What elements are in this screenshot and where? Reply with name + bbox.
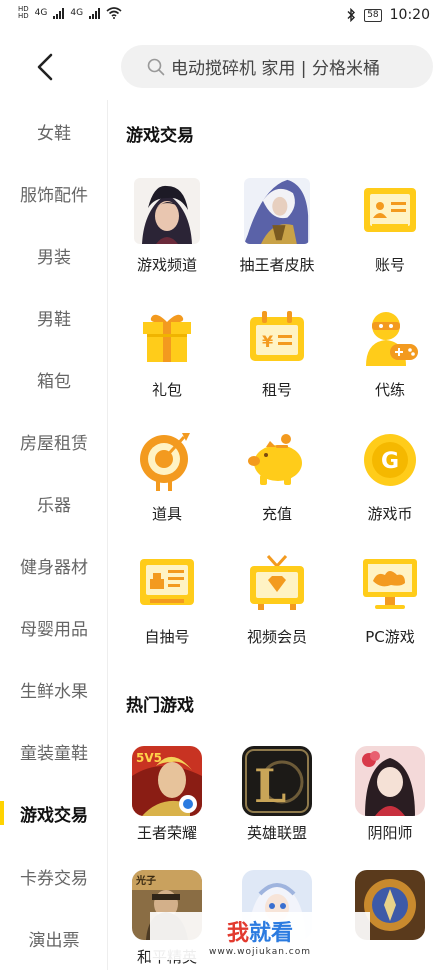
grid-item-game-coin[interactable]: G 游戏币: [335, 427, 445, 537]
grid-item-props[interactable]: 道具: [112, 427, 222, 537]
hero-avatar-icon: [134, 178, 200, 244]
watermark: 我就看 www.wojiukan.com: [150, 912, 370, 960]
sidebar-item-kids[interactable]: 童装童鞋: [0, 731, 108, 771]
honor-of-kings-icon: 5V5: [132, 746, 202, 816]
battery-icon: 58: [364, 8, 382, 22]
grid-item-account[interactable]: 账号: [335, 178, 445, 288]
network-type-1: 4G: [34, 8, 48, 18]
watermark-url: www.wojiukan.com: [208, 947, 312, 957]
ticket-card-icon: [134, 550, 200, 616]
sidebar-item-fresh-fruit[interactable]: 生鲜水果: [0, 669, 108, 709]
sidebar-item-bags[interactable]: 箱包: [0, 359, 108, 399]
grid-item-boosting[interactable]: 代练: [335, 303, 445, 413]
hd-indicator: HD HD: [18, 5, 29, 20]
grid-item-recharge[interactable]: 充值: [222, 427, 332, 537]
chevron-left-icon: [37, 53, 53, 81]
search-input[interactable]: 电动搅碎机 家用 | 分格米桶: [121, 45, 433, 88]
sidebar-item-instruments[interactable]: 乐器: [0, 483, 108, 523]
clock: 10:20: [389, 7, 430, 23]
sidebar-item-vouchers[interactable]: 卡券交易: [0, 856, 108, 896]
sidebar-item-baby[interactable]: 母婴用品: [0, 607, 108, 647]
search-placeholder: 电动搅碎机 家用 | 分格米桶: [171, 59, 380, 79]
peacekeeper-badge: 光子: [135, 874, 156, 887]
tv-icon: [244, 550, 310, 616]
sidebar-item-game-trade[interactable]: 游戏交易: [0, 793, 108, 833]
grid-item-game-channel[interactable]: 游戏频道: [112, 178, 222, 288]
grid-item-gift-pack[interactable]: 礼包: [112, 303, 222, 413]
back-button[interactable]: [28, 50, 62, 84]
monitor-game-icon: [357, 550, 423, 616]
grid-item-pc-games[interactable]: PC游戏: [335, 550, 445, 660]
active-indicator: [0, 801, 4, 825]
sidebar-item-fitness[interactable]: 健身器材: [0, 545, 108, 585]
lol-badge: L: [254, 759, 286, 813]
grid-item-self-draw-account[interactable]: 自抽号: [112, 550, 222, 660]
league-of-legends-icon: L: [242, 746, 312, 816]
sidebar-item-accessories[interactable]: 服饰配件: [0, 173, 108, 213]
status-bar: HD HD 4G 4G 58 10:20: [0, 0, 448, 34]
section-title-game-trade: 游戏交易: [126, 126, 194, 146]
gift-icon: [134, 303, 200, 369]
ninja-gamepad-icon: [357, 303, 423, 369]
grid-item-video-vip[interactable]: 视频会员: [222, 550, 332, 660]
grid-item-league-of-legends[interactable]: L 英雄联盟: [222, 746, 332, 856]
sidebar-item-mens-shoes[interactable]: 男鞋: [0, 297, 108, 337]
sidebar-item-housing-rental[interactable]: 房屋租赁: [0, 421, 108, 461]
hok-badge: 5V5: [136, 751, 162, 765]
section-title-hot-games: 热门游戏: [126, 696, 194, 716]
status-right: 58 10:20: [346, 7, 430, 23]
onmyoji-icon: [355, 746, 425, 816]
sidebar-item-womens-shoes[interactable]: 女鞋: [0, 111, 108, 151]
bluetooth-icon: [347, 8, 356, 22]
signal-icon: [53, 7, 65, 19]
target-icon: [134, 427, 200, 493]
wifi-icon: [106, 7, 122, 19]
watermark-title: 我就看: [226, 921, 294, 946]
network-type-2: 4G: [70, 8, 84, 18]
grid-item-onmyoji[interactable]: 阴阳师: [335, 746, 445, 856]
signal-icon-2: [89, 7, 101, 19]
skin-avatar-icon: [244, 178, 310, 244]
calendar-yuan-icon: ¥: [244, 303, 310, 369]
id-card-icon: [357, 178, 423, 244]
status-left: HD HD 4G 4G: [18, 6, 122, 20]
sidebar-item-tickets[interactable]: 演出票: [0, 918, 108, 958]
category-sidebar: 女鞋 服饰配件 男装 男鞋 箱包 房屋租赁 乐器 健身器材 母婴用品 生鲜水果 …: [0, 100, 108, 970]
search-icon: [147, 58, 165, 75]
grid-item-rent-account[interactable]: ¥ 租号: [222, 303, 332, 413]
svg-text:G: G: [381, 449, 399, 474]
grid-item-honor-of-kings[interactable]: 5V5 王者荣耀: [112, 746, 222, 856]
sidebar-item-menswear[interactable]: 男装: [0, 235, 108, 275]
coin-icon: G: [357, 427, 423, 493]
piggy-bank-icon: [244, 427, 310, 493]
svg-text:¥: ¥: [262, 332, 273, 351]
grid-item-draw-skin[interactable]: 抽王者皮肤: [222, 178, 332, 288]
